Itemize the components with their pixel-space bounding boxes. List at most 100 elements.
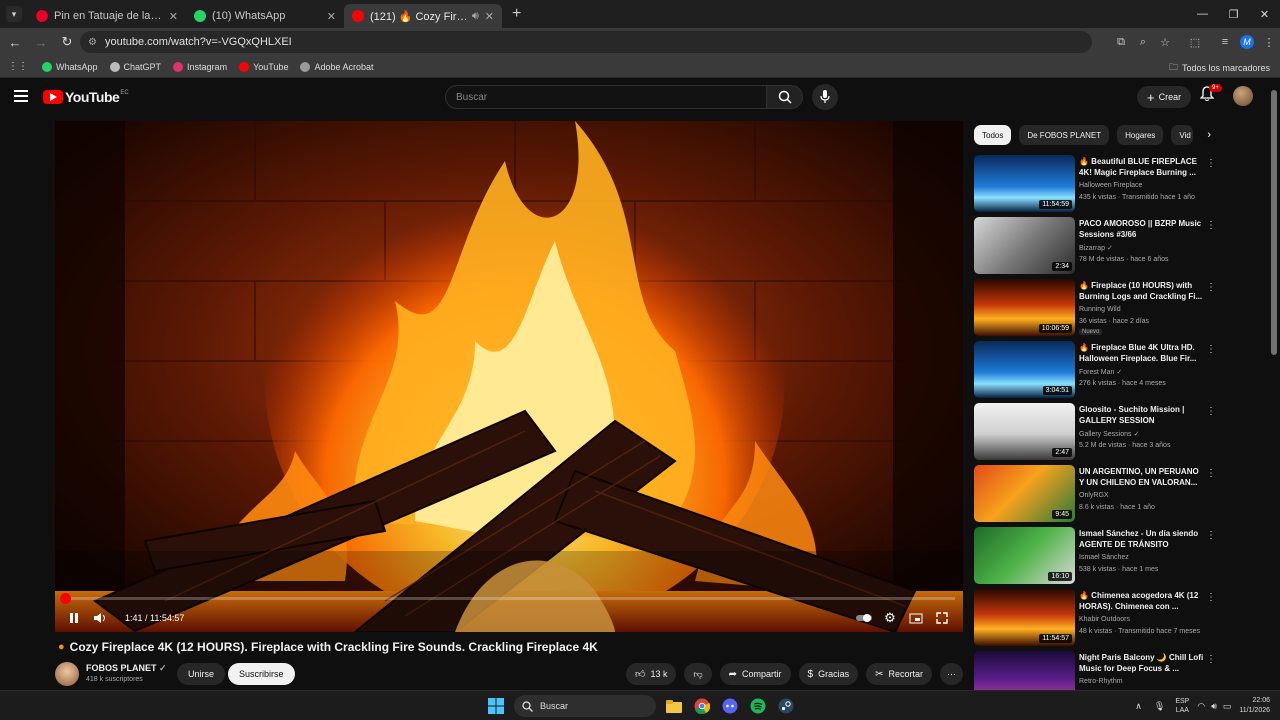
taskbar-search[interactable]: Buscar xyxy=(514,695,656,717)
speaker-icon[interactable]: 🔊︎ xyxy=(472,10,479,23)
join-button[interactable]: Unirse xyxy=(177,663,226,685)
user-avatar[interactable] xyxy=(1233,86,1253,106)
dislike-button[interactable]: 👎︎ xyxy=(684,663,712,685)
progress-bar[interactable] xyxy=(60,593,955,604)
tray-overflow-icon[interactable]: ∧ xyxy=(1135,701,1142,712)
search-input[interactable]: Buscar xyxy=(445,85,767,109)
more-options-icon[interactable]: ⋮ xyxy=(1206,468,1216,479)
video-thumbnail[interactable]: 9:45 xyxy=(974,465,1075,522)
more-options-icon[interactable]: ⋮ xyxy=(1206,654,1216,665)
bookmark-instagram[interactable]: Instagram xyxy=(173,61,227,72)
tab-search-icon[interactable]: ▾ xyxy=(6,6,22,22)
language-indicator[interactable]: ESP LAA xyxy=(1175,697,1189,715)
site-info-icon[interactable]: ⚙︎ xyxy=(88,37,97,48)
new-tab-button[interactable]: + xyxy=(512,5,521,23)
more-options-icon[interactable]: ⋮ xyxy=(1206,220,1216,231)
autoplay-toggle-icon[interactable] xyxy=(851,605,877,631)
file-explorer-icon[interactable] xyxy=(663,695,685,717)
recommendation-title[interactable]: Ismael Sánchez - Un día siendo AGENTE DE… xyxy=(1079,528,1204,550)
search-button[interactable] xyxy=(767,85,803,109)
recommendation-channel[interactable]: Halloween Fireplace xyxy=(1079,182,1142,189)
install-icon[interactable]: ⧉ xyxy=(1110,36,1132,49)
video-thumbnail[interactable]: 2:47 xyxy=(974,403,1075,460)
video-thumbnail[interactable]: 11:54:57 xyxy=(974,589,1075,646)
bookmark-whatsapp[interactable]: WhatsApp xyxy=(42,61,98,72)
page-scrollbar[interactable] xyxy=(1271,90,1277,355)
recommendation-title[interactable]: PACO AMOROSO || BZRP Music Sessions #3/6… xyxy=(1079,218,1204,240)
bookmark-adobe-acrobat[interactable]: Adobe Acrobat xyxy=(300,61,374,72)
recommendation-item[interactable]: 11:54:57 🔥 Chimenea acogedora 4K (12 HORA… xyxy=(974,588,1219,650)
chip-hogares[interactable]: Hogares xyxy=(1117,125,1164,145)
media-icon[interactable]: ≡ xyxy=(1214,36,1236,48)
star-icon[interactable]: ☆ xyxy=(1154,36,1176,49)
microphone-tray-icon[interactable]: 🎙︎ xyxy=(1154,701,1165,712)
recommendation-channel[interactable]: Running Wild xyxy=(1079,306,1121,313)
video-thumbnail[interactable]: 16:10 xyxy=(974,527,1075,584)
extensions-icon[interactable]: ⬚ xyxy=(1184,36,1206,49)
steam-icon[interactable] xyxy=(775,695,797,717)
recommendation-item[interactable]: 2:47 Gloosito - Suchito Mission | GALLERY… xyxy=(974,402,1219,464)
forward-icon[interactable]: → xyxy=(29,30,53,54)
video-thumbnail[interactable]: 10:06:59 xyxy=(974,279,1075,336)
voice-search-button[interactable] xyxy=(812,84,838,110)
more-options-icon[interactable]: ⋮ xyxy=(1206,282,1216,293)
bookmark-youtube[interactable]: YouTube xyxy=(239,61,288,72)
video-thumbnail[interactable]: 2:34 xyxy=(974,217,1075,274)
wifi-icon[interactable]: ◠ xyxy=(1197,701,1205,712)
hamburger-menu-icon[interactable] xyxy=(14,90,28,102)
profile-avatar[interactable]: M xyxy=(1236,35,1258,49)
recommendation-title[interactable]: 🔥 Fireplace (10 HOURS) with Burning Logs… xyxy=(1079,280,1204,302)
recommendation-title[interactable]: 🔥 Fireplace Blue 4K Ultra HD. Halloween … xyxy=(1079,342,1204,364)
recommendation-channel[interactable]: Retro-Rhythm xyxy=(1079,678,1123,685)
tab-whatsapp[interactable]: (10) WhatsApp ✕ xyxy=(186,4,344,28)
more-options-icon[interactable]: ⋮ xyxy=(1206,592,1216,603)
more-options-icon[interactable]: ⋮ xyxy=(1206,158,1216,169)
recommendation-item[interactable]: 11:54:59 🔥 Beautiful BLUE FIREPLACE 4K! M… xyxy=(974,154,1219,216)
close-tab-icon[interactable]: ✕ xyxy=(169,10,178,23)
fullscreen-icon[interactable] xyxy=(929,605,955,631)
battery-icon[interactable]: ▭ xyxy=(1223,701,1232,712)
recommendation-channel[interactable]: OnlyRGX xyxy=(1079,492,1109,499)
chip-fobos-planet[interactable]: De FOBOS PLANET xyxy=(1019,125,1110,145)
restore-icon[interactable]: ❐ xyxy=(1218,0,1249,28)
menu-icon[interactable]: ⋮ xyxy=(1258,36,1280,49)
recommendation-item[interactable]: 16:10 Ismael Sánchez - Un día siendo AGEN… xyxy=(974,526,1219,588)
more-options-icon[interactable]: ⋮ xyxy=(1206,344,1216,355)
recommendation-title[interactable]: 🔥 Beautiful BLUE FIREPLACE 4K! Magic Fir… xyxy=(1079,156,1204,178)
recommendation-channel[interactable]: Bizarrap ✓ xyxy=(1079,244,1113,252)
channel-avatar[interactable] xyxy=(55,662,79,686)
chrome-icon[interactable] xyxy=(691,695,713,717)
more-options-icon[interactable]: ⋮ xyxy=(1206,530,1216,541)
notifications-button[interactable]: 9+ xyxy=(1199,84,1222,106)
video-thumbnail[interactable]: 3:04:51 xyxy=(974,341,1075,398)
recommendation-channel[interactable]: Gallery Sessions ✓ xyxy=(1079,430,1139,438)
chevron-right-icon[interactable]: › xyxy=(1207,129,1211,141)
video-player[interactable]: 1:41 / 11:54:57 ⚙︎ xyxy=(55,121,963,632)
recommendation-channel[interactable]: Ismael Sánchez xyxy=(1079,554,1129,561)
subscribe-button[interactable]: Suscribirse xyxy=(228,663,295,685)
recommendation-title[interactable]: Night Paris Balcony 🌙 Chill Lofi Music f… xyxy=(1079,652,1204,674)
all-bookmarks-button[interactable]: 🗀︎ Todos los marcadores xyxy=(1169,60,1270,76)
share-button[interactable]: ➦ Compartir xyxy=(719,663,791,685)
volume-tray-icon[interactable]: 🔊︎ xyxy=(1211,701,1217,712)
recommendation-item[interactable]: 3:04:51 🔥 Fireplace Blue 4K Ultra HD. Hal… xyxy=(974,340,1219,402)
recommendation-title[interactable]: UN ARGENTINO, UN PERUANO Y UN CHILENO EN… xyxy=(1079,466,1204,488)
recommendation-title[interactable]: 🔥 Chimenea acogedora 4K (12 HORAS). Chim… xyxy=(1079,590,1204,612)
pause-icon[interactable] xyxy=(61,605,87,631)
bookmark-chatgpt[interactable]: ChatGPT xyxy=(109,61,161,72)
close-tab-icon[interactable]: ✕ xyxy=(485,10,494,23)
back-icon[interactable]: ← xyxy=(3,30,27,54)
recommendation-item[interactable]: 2:34 PACO AMOROSO || BZRP Music Sessions … xyxy=(974,216,1219,278)
video-thumbnail[interactable]: 11:54:59 xyxy=(974,155,1075,212)
recommendation-title[interactable]: Gloosito - Suchito Mission | GALLERY SES… xyxy=(1079,404,1204,426)
reload-icon[interactable]: ↻ xyxy=(55,30,79,54)
channel-name[interactable]: FOBOS PLANET ✓ xyxy=(86,663,167,674)
settings-gear-icon[interactable]: ⚙︎ xyxy=(877,605,903,631)
recommendation-item[interactable]: 10:06:59 🔥 Fireplace (10 HOURS) with Burn… xyxy=(974,278,1219,340)
recommendation-channel[interactable]: Khabir Outdoors xyxy=(1079,616,1130,623)
recommendation-channel[interactable]: Forest Man ✓ xyxy=(1079,368,1122,376)
thanks-button[interactable]: $ Gracias xyxy=(798,663,859,685)
more-options-icon[interactable]: ⋮ xyxy=(1206,406,1216,417)
zoom-icon[interactable]: ⌕ xyxy=(1132,36,1154,49)
close-window-icon[interactable]: ✕ xyxy=(1249,0,1280,28)
